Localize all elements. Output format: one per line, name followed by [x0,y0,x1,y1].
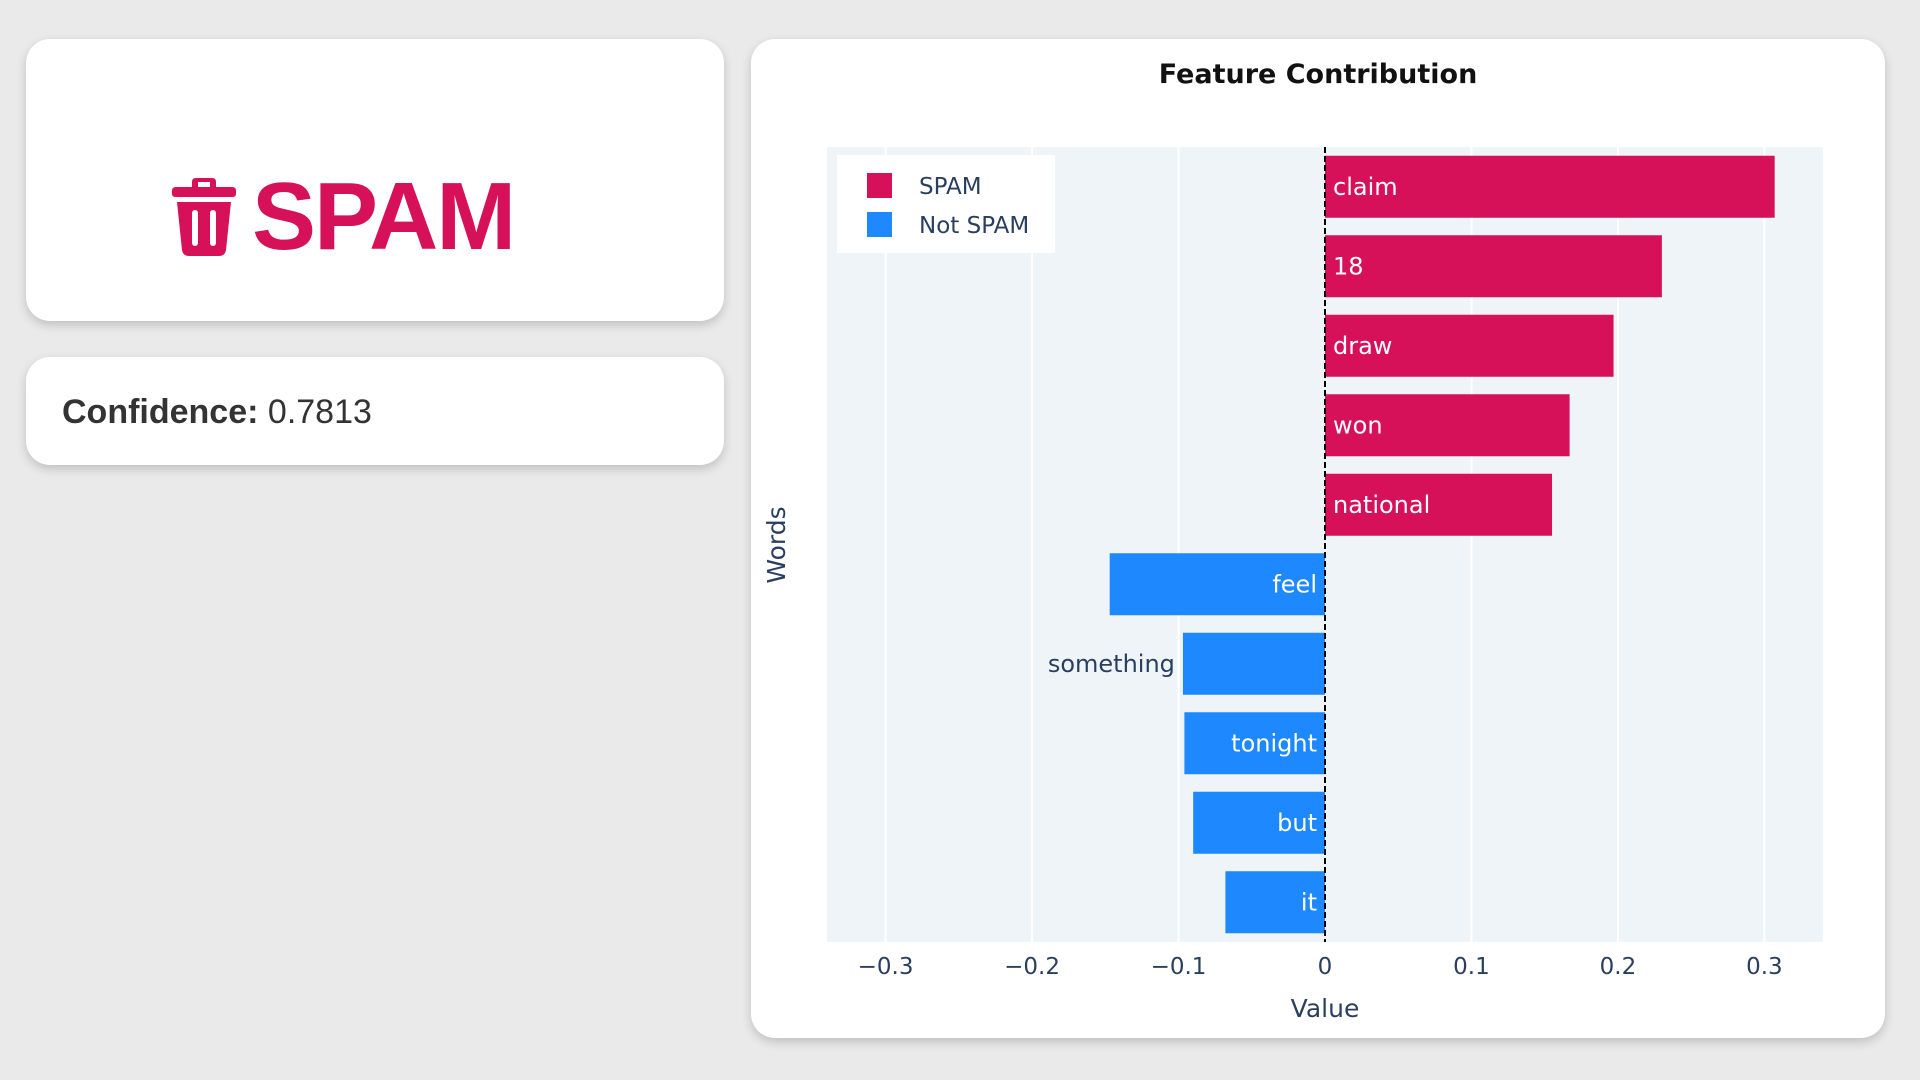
bar-label: claim [1333,173,1398,201]
verdict: SPAM [172,163,516,270]
bar-label: it [1301,888,1317,916]
bar-something[interactable] [1182,632,1325,695]
x-ticks: −0.3 −0.2 −0.1 0 0.1 0.2 0.3 [858,954,1783,980]
verdict-label: SPAM [252,163,516,270]
trash-icon [172,178,236,256]
x-tick-label: 0.1 [1453,954,1490,980]
confidence-value: 0.7813 [267,393,372,431]
bar-label: feel [1272,570,1317,598]
bar-label: but [1277,809,1317,837]
feature-contribution-chart[interactable]: claim 18 draw won national feel something tonig… [751,39,1885,1038]
bar-label: draw [1333,332,1392,360]
x-tick-label: −0.1 [1151,954,1207,980]
chart-card: claim 18 draw won national feel something tonig… [751,39,1885,1038]
legend-label-spam: SPAM [919,174,982,200]
bar-label: tonight [1231,729,1317,757]
legend-swatch-not-spam [867,212,892,237]
y-axis-label: Words [762,506,791,583]
legend-label-not-spam: Not SPAM [919,213,1029,239]
bar-18[interactable] [1325,235,1662,298]
legend-swatch-spam [867,173,892,198]
verdict-card: SPAM [26,39,724,321]
legend[interactable]: SPAM Not SPAM [837,155,1055,253]
x-tick-label: 0 [1318,954,1333,980]
bar-label: won [1333,411,1383,439]
bar-label: something [1048,650,1175,678]
x-tick-label: −0.3 [858,954,914,980]
x-axis-label: Value [1291,994,1360,1023]
bar-label: national [1333,491,1430,519]
confidence-card: Confidence: 0.7813 [26,357,724,465]
x-tick-label: −0.2 [1004,954,1060,980]
x-tick-label: 0.2 [1600,954,1637,980]
x-tick-label: 0.3 [1746,954,1783,980]
bar-label: 18 [1333,252,1364,280]
chart-title: Feature Contribution [1159,59,1478,90]
confidence-label: Confidence: [62,393,259,431]
confidence-text: Confidence: 0.7813 [62,393,372,432]
